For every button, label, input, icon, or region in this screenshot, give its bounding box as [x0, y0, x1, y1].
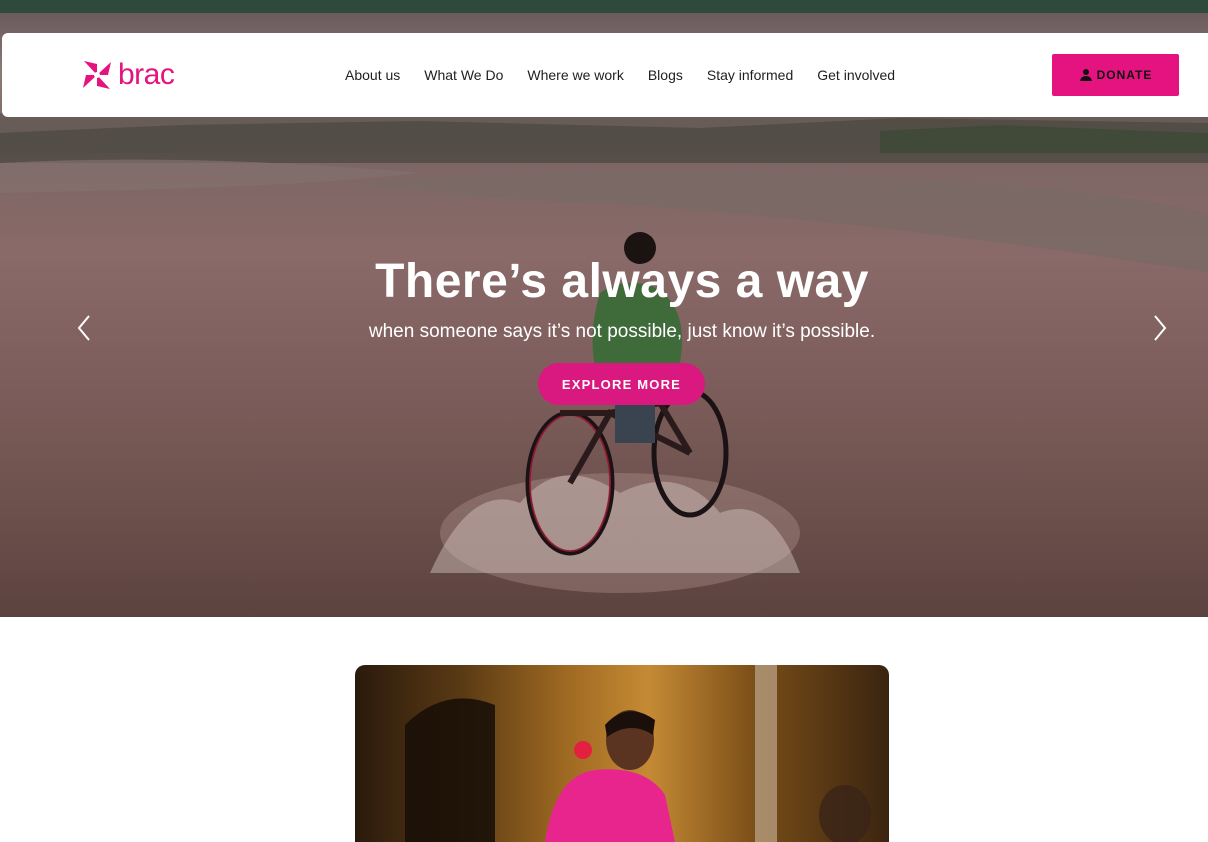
main-nav: About us What We Do Where we work Blogs … [345, 67, 919, 83]
top-bar [0, 0, 1208, 13]
hero-title: There’s always a way [375, 255, 869, 308]
nav-item-stay-informed[interactable]: Stay informed [707, 67, 793, 83]
nav-item-about-us[interactable]: About us [345, 67, 400, 83]
hero-subtitle: when someone says it’s not possible, jus… [368, 321, 876, 342]
chevron-right-icon[interactable] [1148, 313, 1170, 343]
donate-button[interactable]: DONATE [1052, 54, 1179, 96]
nav-item-blogs[interactable]: Blogs [648, 67, 683, 83]
chevron-left-icon[interactable] [74, 313, 96, 343]
feature-image-card[interactable] [355, 665, 889, 842]
pinwheel-icon [83, 61, 111, 89]
brac-logo[interactable]: brac [80, 57, 184, 93]
feature-image [405, 665, 871, 842]
hand-heart-icon [1079, 69, 1092, 81]
nav-item-what-we-do[interactable]: What We Do [424, 67, 503, 83]
donate-label: DONATE [1096, 68, 1153, 82]
nav-item-get-involved[interactable]: Get involved [817, 67, 895, 83]
brand-name: brac [118, 58, 175, 91]
nav-item-where-we-work[interactable]: Where we work [527, 67, 623, 83]
explore-more-button[interactable]: EXPLORE MORE [538, 363, 705, 405]
